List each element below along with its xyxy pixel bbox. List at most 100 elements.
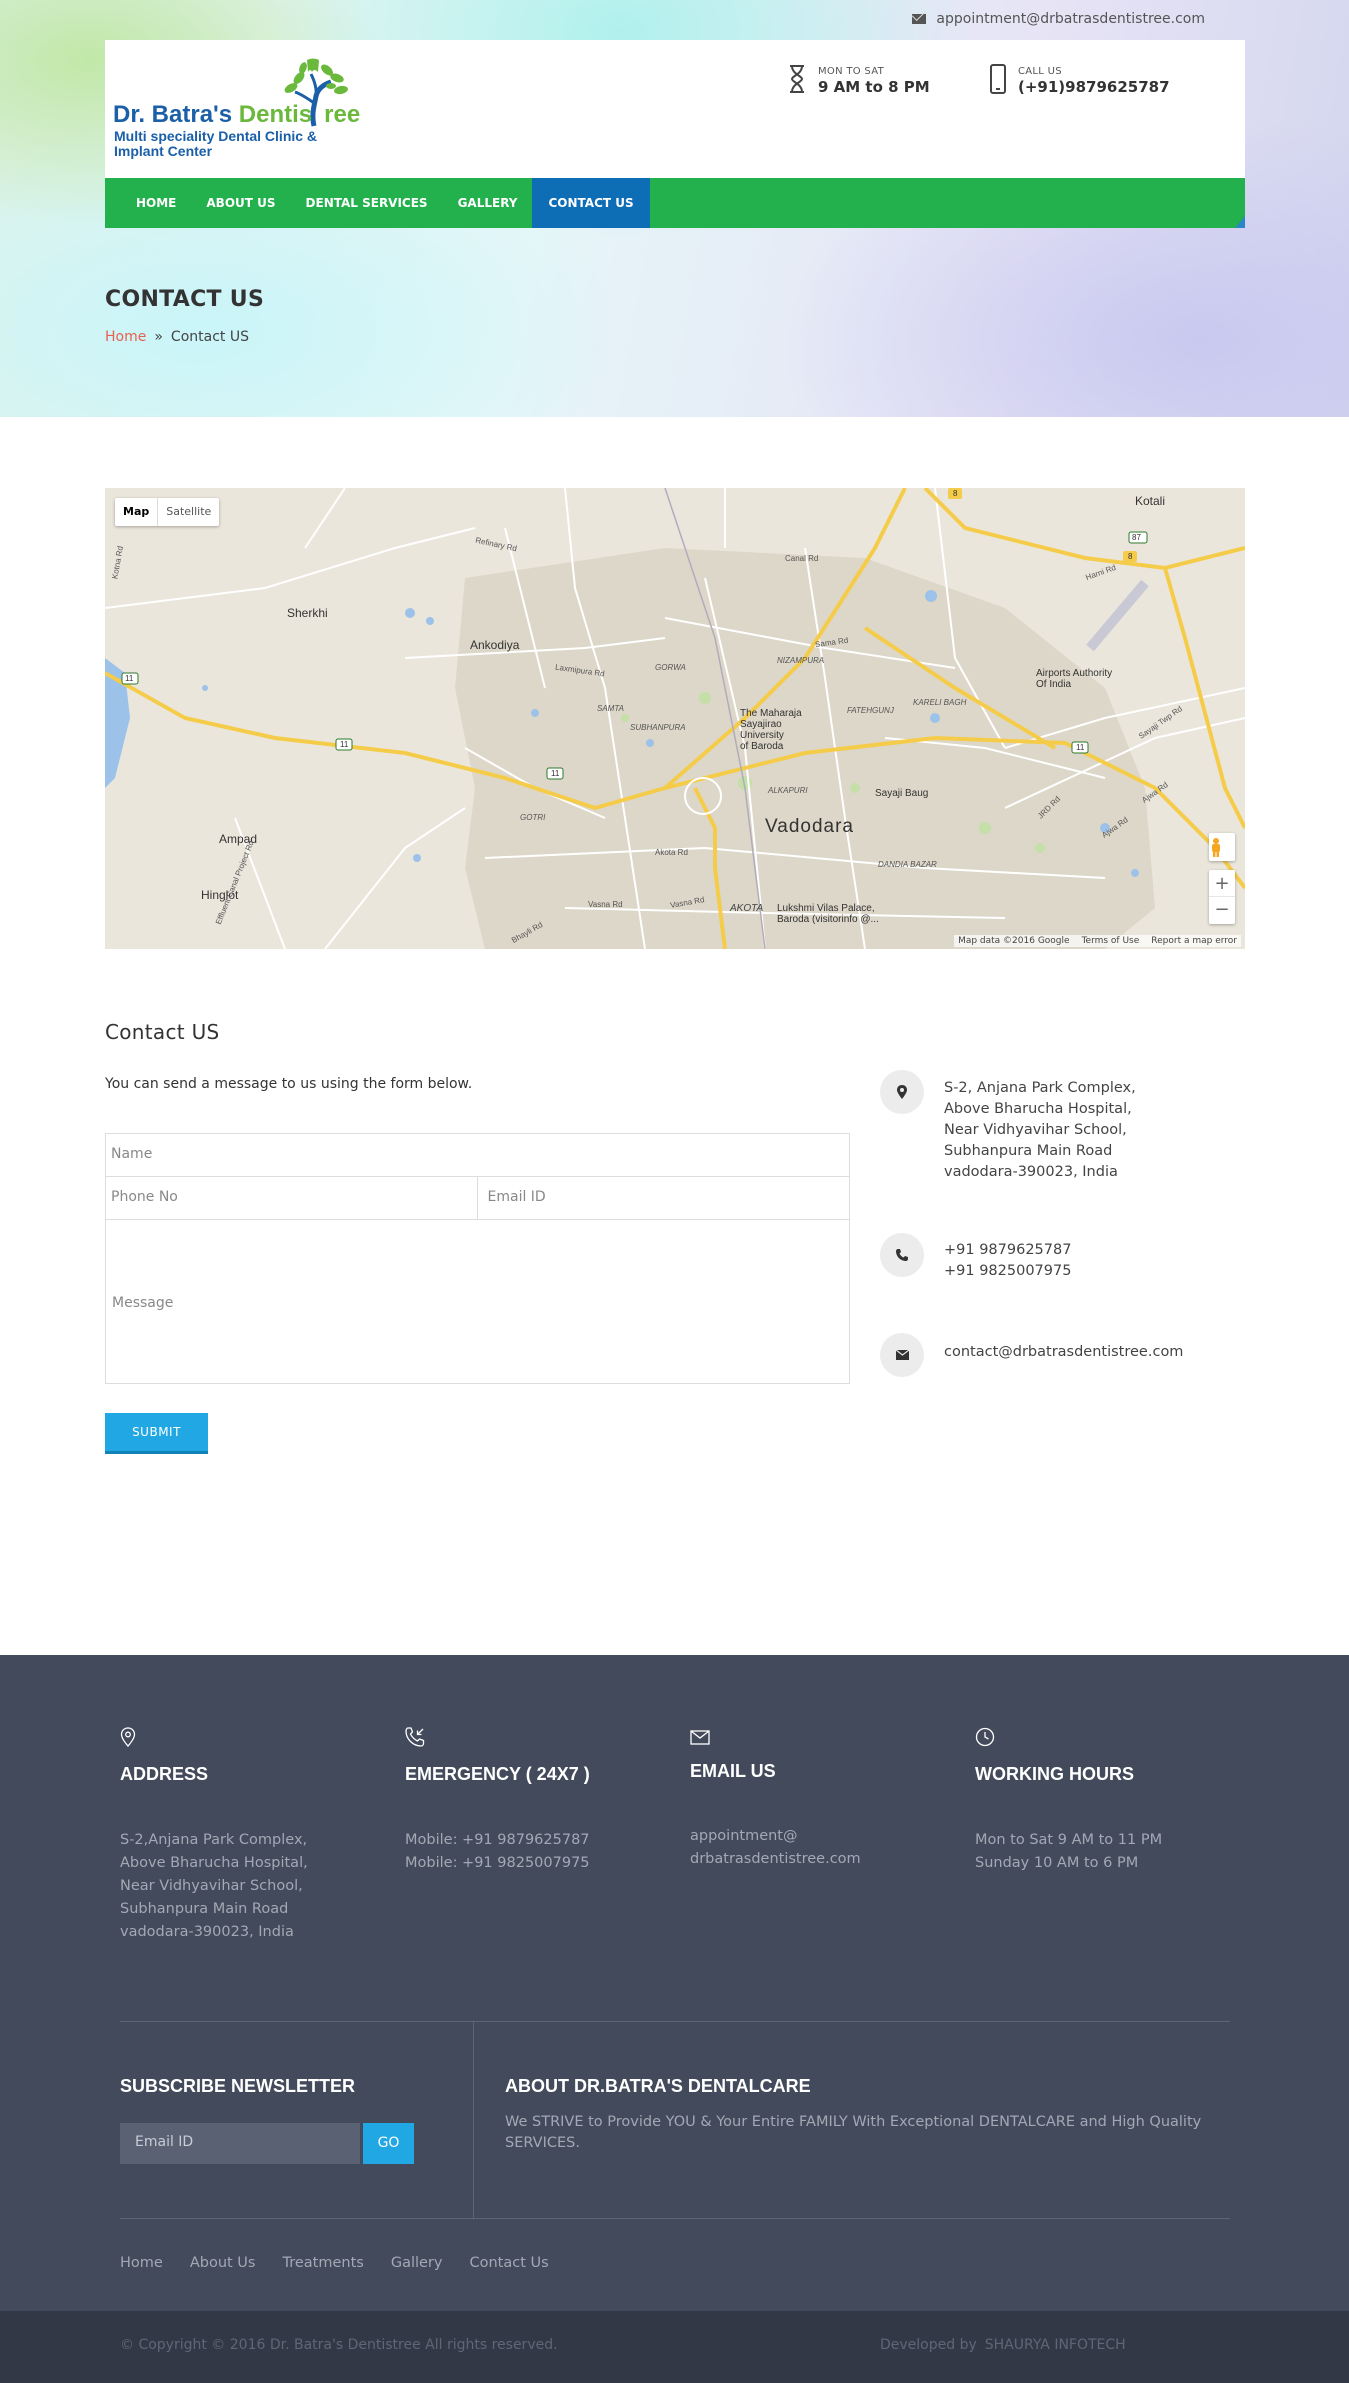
footer-hours-text: Mon to Sat 9 AM to 11 PM Sunday 10 AM to…	[975, 1829, 1235, 1875]
footer-link-about-us[interactable]: About Us	[190, 2255, 256, 2271]
map-terms-link[interactable]: Terms of Use	[1082, 936, 1140, 946]
footer-emergency-text: Mobile: +91 9879625787 Mobile: +91 98250…	[405, 1829, 665, 1875]
phone-line[interactable]: +91 9825007975	[944, 1261, 1071, 1282]
footer-about-text: We STRIVE to Provide YOU & Your Entire F…	[505, 2114, 1202, 2151]
contact-email-text[interactable]: contact@drbatrasdentistree.com	[944, 1342, 1183, 1377]
copyright-bar: © Copyright © 2016 Dr. Batra's Dentistre…	[0, 2311, 1349, 2383]
map-road-akota: Akota Rd	[655, 848, 688, 857]
copyright-text: © Copyright © 2016 Dr. Batra's Dentistre…	[120, 2337, 558, 2353]
footer-hours: WORKING HOURS Mon to Sat 9 AM to 11 PM S…	[975, 1727, 1235, 1875]
nav-item-dental-services[interactable]: DENTAL SERVICES	[291, 178, 443, 228]
map-canvas	[105, 488, 1245, 949]
logo-subtitle: Multi speciality Dental Clinic & Implant…	[114, 128, 318, 159]
map-label-airport: Airports Authority Of India	[1036, 668, 1113, 690]
map-area-gorwa: GORWA	[655, 663, 686, 672]
footer-address-line: Above Bharucha Hospital,	[120, 1855, 308, 1871]
map-attribution: Map data ©2016 Google Terms of Use Repor…	[954, 935, 1241, 947]
footer-email-title: EMAIL US	[690, 1761, 776, 1781]
map-area-akota: AKOTA	[730, 903, 764, 914]
footer-email-text[interactable]: appointment@ drbatrasdentistree.com	[690, 1825, 950, 1871]
envelope-icon	[912, 14, 927, 24]
footer-link-contact-us[interactable]: Contact Us	[469, 2255, 548, 2271]
message-textarea[interactable]: Message	[106, 1220, 849, 1383]
contact-phone-lines: +91 9879625787 +91 9825007975	[944, 1240, 1071, 1282]
footer-link-treatments[interactable]: Treatments	[282, 2255, 363, 2271]
footer-address: ADDRESS S-2,Anjana Park Complex, Above B…	[120, 1727, 380, 1944]
nav-item-about-us[interactable]: ABOUT US	[191, 178, 290, 228]
map-road-canal: Canal Rd	[785, 554, 819, 563]
map-pin-icon	[120, 1727, 136, 1747]
map-shield-11d: 11	[1076, 743, 1085, 752]
submit-button[interactable]: SUBMIT	[105, 1413, 208, 1454]
footer-emergency-line[interactable]: Mobile: +91 9825007975	[405, 1852, 665, 1875]
address-line: vadodara-390023, India	[944, 1164, 1118, 1180]
map-data-credit: Map data ©2016 Google	[958, 936, 1070, 946]
footer-address-text: S-2,Anjana Park Complex, Above Bharucha …	[120, 1829, 380, 1944]
map-area-nizampura: NIZAMPURA	[777, 656, 825, 665]
footer-address-line: Subhanpura Main Road	[120, 1901, 289, 1917]
nav-item-contact-us[interactable]: CONTACT US	[532, 178, 650, 228]
footer-email: EMAIL US appointment@ drbatrasdentistree…	[690, 1727, 950, 1871]
footer-link-home[interactable]: Home	[120, 2255, 163, 2271]
newsletter-go-button[interactable]: GO	[363, 2123, 414, 2164]
google-map[interactable]: 11 11 11 11 8 8 87 Kotali Sherkhi Ankodi…	[105, 488, 1245, 949]
contact-address-lines: S-2, Anjana Park Complex, Above Bharucha…	[944, 1078, 1136, 1183]
top-email-text[interactable]: appointment@drbatrasdentistree.com	[936, 11, 1205, 27]
map-area-alkapuri: ALKAPURI	[768, 786, 808, 795]
map-area-gotri: GOTRI	[520, 813, 546, 822]
footer-email-line: drbatrasdentistree.com	[690, 1851, 861, 1867]
envelope-icon	[880, 1333, 924, 1377]
header-box: Dr. Batra's Dentis ree Multi speciality D…	[105, 40, 1245, 178]
map-zoom-in-button[interactable]: +	[1209, 870, 1235, 897]
clock-icon	[975, 1727, 995, 1747]
newsletter-email-input[interactable]: Email ID	[120, 2123, 360, 2164]
top-email[interactable]: appointment@drbatrasdentistree.com	[912, 11, 1205, 27]
form-row-phone-email: Phone No Email ID	[106, 1177, 849, 1220]
call-label: CALL US	[1018, 66, 1062, 77]
footer-links: Home About Us Treatments Gallery Contact…	[120, 2255, 549, 2271]
map-area-fatehgunj: FATEHGUNJ	[847, 706, 894, 715]
call-value[interactable]: (+91)9879625787	[1018, 78, 1170, 96]
header-hours: MON TO SAT 9 AM to 8 PM	[788, 64, 930, 96]
map-zoom-controls: + −	[1209, 870, 1235, 924]
developer-credit: Developed by SHAURYA INFOTECH	[880, 2337, 1126, 2353]
map-road-vasna: Vasna Rd	[588, 900, 623, 909]
map-type-satellite-button[interactable]: Satellite	[158, 498, 219, 526]
contact-section-title: Contact US	[105, 1020, 220, 1044]
email-input[interactable]: Email ID	[477, 1177, 849, 1220]
footer-link-gallery[interactable]: Gallery	[391, 2255, 443, 2271]
map-type-map-button[interactable]: Map	[115, 498, 159, 526]
logo-name: Dr. Batra's Dentis ree	[113, 101, 360, 129]
footer-address-title: ADDRESS	[120, 1764, 209, 1784]
footer-emergency-line[interactable]: Mobile: +91 9879625787	[405, 1829, 665, 1852]
phone-input[interactable]: Phone No	[106, 1177, 478, 1220]
address-line: Near Vidhyavihar School,	[944, 1122, 1127, 1138]
developer-link[interactable]: SHAURYA INFOTECH	[985, 2337, 1126, 2353]
phone-line[interactable]: +91 9879625787	[944, 1240, 1071, 1261]
contact-intro-text: You can send a message to us using the f…	[105, 1076, 473, 1092]
map-report-error-link[interactable]: Report a map error	[1151, 936, 1237, 946]
breadcrumb-home-link[interactable]: Home	[105, 329, 146, 345]
footer-hours-title: WORKING HOURS	[975, 1764, 1134, 1784]
footer-divider-bottom	[120, 2218, 1230, 2219]
hours-label: MON TO SAT	[818, 66, 885, 77]
map-type-toggle: Map Satellite	[115, 498, 220, 526]
map-area-subhanpura: SUBHANPURA	[630, 723, 686, 732]
contact-form: Name Phone No Email ID Message	[105, 1133, 850, 1384]
street-view-pegman-icon[interactable]	[1209, 833, 1235, 861]
logo-name-part3: ree	[324, 101, 361, 128]
map-shield-11a: 11	[125, 674, 134, 683]
nav-item-home[interactable]: HOME	[105, 178, 191, 228]
footer-hours-line: Mon to Sat 9 AM to 11 PM	[975, 1832, 1163, 1848]
name-input[interactable]: Name	[106, 1134, 849, 1177]
map-zoom-out-button[interactable]: −	[1209, 897, 1235, 924]
map-shield-87: 87	[1132, 533, 1141, 542]
phone-incoming-icon	[405, 1727, 425, 1747]
contact-phones: +91 9879625787 +91 9825007975	[880, 1233, 1071, 1282]
nav-item-gallery[interactable]: GALLERY	[443, 178, 533, 228]
footer-address-line: Near Vidhyavihar School,	[120, 1878, 303, 1894]
mobile-phone-icon	[990, 64, 1006, 94]
breadcrumb-current: Contact US	[170, 329, 249, 345]
footer-emergency: EMERGENCY ( 24X7 ) Mobile: +91 987962578…	[405, 1727, 665, 1875]
footer-emergency-title: EMERGENCY ( 24X7 )	[405, 1764, 590, 1784]
